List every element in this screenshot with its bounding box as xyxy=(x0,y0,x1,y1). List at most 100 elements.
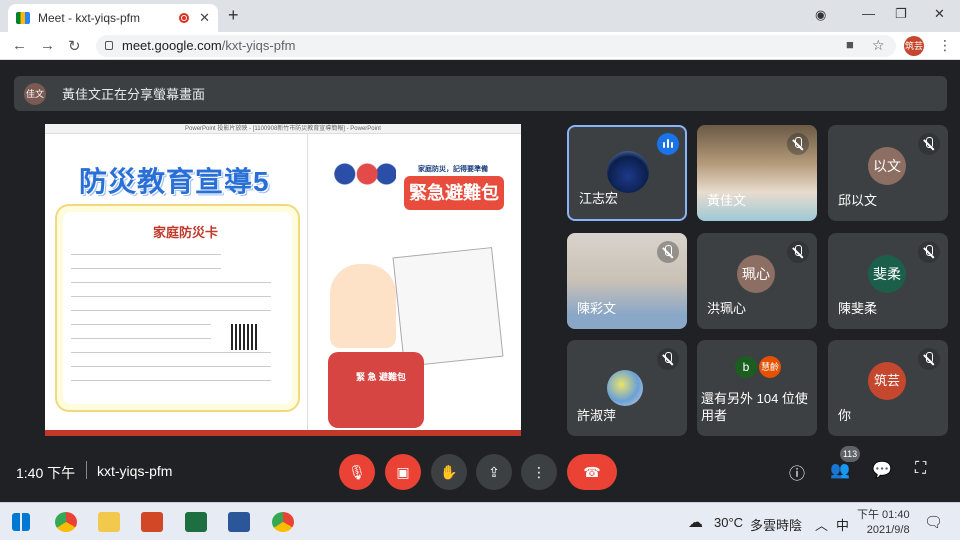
participant-name: 許淑萍 xyxy=(577,408,617,423)
hang-up-icon: ☎ xyxy=(583,464,601,480)
meeting-time: 1:40 下午 xyxy=(16,465,76,481)
weather-text: 多雲時陰 xyxy=(750,518,803,533)
start-icon[interactable] xyxy=(12,513,30,531)
mic-off-icon xyxy=(787,133,809,155)
slide-left-page: 防災教育宣導5 家庭防災卡 xyxy=(45,134,307,430)
self-tile[interactable]: 筑芸 你 xyxy=(828,340,948,436)
tray-chevron-icon[interactable]: ︿ xyxy=(815,515,828,534)
chat-icon[interactable]: 💬 xyxy=(872,460,892,480)
others-tile[interactable]: b 慧齡 還有另外 104 位使用者 xyxy=(697,340,817,436)
participant-tile[interactable]: 江志宏 xyxy=(567,125,687,221)
mic-off-icon xyxy=(787,241,809,263)
profile-avatar[interactable]: 筑芸 xyxy=(904,36,924,56)
meet-favicon-icon xyxy=(16,12,30,24)
girl-illustration xyxy=(330,264,396,348)
meeting-control-bar: 1:40 下午 kxt-yiqs-pfm 🎙 ▣ ✋ ⇪ ⋮ ☎ ⓘ 👥 113… xyxy=(0,444,960,502)
more-vert-icon: ⋮ xyxy=(532,464,546,480)
participant-name: 黃佳文 xyxy=(707,193,747,208)
address-bar-row: ← → ↻ meet.google.com/kxt-yiqs-pfm ■ ☆ ⋮ xyxy=(0,32,960,60)
camera-off-icon: ▣ xyxy=(396,464,410,480)
mic-toggle-button[interactable]: 🎙 xyxy=(339,454,375,490)
checklist-illustration xyxy=(392,247,504,367)
participant-name: 陳斐柔 xyxy=(838,301,878,316)
mic-off-icon xyxy=(657,348,679,370)
camera-toggle-button[interactable]: ▣ xyxy=(385,454,421,490)
card-title: 家庭防災卡 xyxy=(153,225,219,240)
participant-tile[interactable]: 許淑萍 xyxy=(567,340,687,436)
raise-hand-button[interactable]: ✋ xyxy=(431,454,467,490)
ppt-title-bar: PowerPoint 投影片放映 - [1100908新竹市防災教育宣導簡報] … xyxy=(45,124,521,134)
file-explorer-icon[interactable] xyxy=(98,512,120,532)
participant-tile[interactable]: 黃佳文 xyxy=(697,125,817,221)
rescue-people-illustration xyxy=(332,158,396,198)
mic-off-icon xyxy=(918,241,940,263)
url-host: meet.google.com xyxy=(122,38,222,53)
shared-screen[interactable]: PowerPoint 投影片放映 - [1100908新竹市防災教育宣導簡報] … xyxy=(45,124,521,436)
maximize-button[interactable]: ❐ xyxy=(895,6,907,22)
participant-name: 你 xyxy=(838,408,852,423)
participant-tile[interactable]: 斐柔 陳斐柔 xyxy=(828,233,948,329)
chrome-icon[interactable] xyxy=(55,512,77,532)
tab-title: Meet - kxt-yiqs-pfm xyxy=(38,11,141,25)
clock-date: 2021/9/8 xyxy=(866,524,910,536)
participant-name: 洪珮心 xyxy=(707,301,747,316)
temperature: 30°C xyxy=(714,515,744,530)
others-label: 還有另外 104 位使用者 xyxy=(701,391,808,423)
close-window-button[interactable]: ✕ xyxy=(934,6,945,22)
participant-name: 邱以文 xyxy=(838,193,878,208)
participant-tile[interactable]: 以文 邱以文 xyxy=(828,125,948,221)
lock-icon xyxy=(105,41,113,50)
meeting-info-icon[interactable]: ⓘ xyxy=(789,460,805,484)
participant-tile[interactable]: 珮心 洪珮心 xyxy=(697,233,817,329)
presenting-text: 黃佳文正在分享螢幕畫面 xyxy=(62,87,206,102)
kit-subtitle: 家庭防災，記得要準備 xyxy=(418,166,488,173)
ime-indicator[interactable]: 中 xyxy=(836,515,849,534)
word-icon[interactable] xyxy=(228,512,250,532)
bookmark-star-icon[interactable]: ☆ xyxy=(872,37,885,54)
recording-indicator-icon xyxy=(179,13,190,23)
powerpoint-icon[interactable] xyxy=(141,512,163,532)
other-avatar: b xyxy=(735,356,757,378)
reload-icon[interactable]: ↻ xyxy=(68,37,81,55)
url-field[interactable]: meet.google.com/kxt-yiqs-pfm xyxy=(96,35,896,57)
slide-title: 防災教育宣導5 xyxy=(79,166,270,197)
more-options-button[interactable]: ⋮ xyxy=(521,454,557,490)
weather-icon: ☁ xyxy=(688,514,703,531)
back-icon[interactable]: ← xyxy=(12,37,27,54)
family-disaster-card: 家庭防災卡 xyxy=(55,204,300,412)
chrome-profile-icon[interactable] xyxy=(272,512,294,532)
speaking-indicator-icon xyxy=(657,133,679,155)
minimize-button[interactable]: — xyxy=(862,6,875,21)
url-path: /kxt-yiqs-pfm xyxy=(221,38,296,53)
other-avatar: 慧齡 xyxy=(759,356,781,378)
activities-icon[interactable]: ⛶ xyxy=(915,460,926,478)
close-tab-icon[interactable]: ✕ xyxy=(199,10,210,26)
meet-window: Meet - kxt-yiqs-pfm ✕ + ◉ — ❐ ✕ ← → ↻ me… xyxy=(0,0,960,540)
excel-icon[interactable] xyxy=(185,512,207,532)
hand-icon: ✋ xyxy=(440,464,458,480)
windows-taskbar: ☁ 30°C 多雲時陰 ︿ 中 下午 01:40 2021/9/8 🗨 xyxy=(0,502,960,540)
self-avatar: 筑芸 xyxy=(868,362,906,400)
mic-off-icon xyxy=(657,241,679,263)
participant-avatar: 以文 xyxy=(868,147,906,185)
meeting-code: kxt-yiqs-pfm xyxy=(97,463,173,479)
clock-time: 下午 01:40 xyxy=(857,509,910,521)
new-tab-button[interactable]: + xyxy=(228,5,239,26)
camera-permission-icon[interactable]: ■ xyxy=(846,37,854,52)
tab-search-icon[interactable]: ◉ xyxy=(815,7,826,23)
participant-tile[interactable]: 陳彩文 xyxy=(567,233,687,329)
people-icon[interactable]: 👥 xyxy=(830,460,850,480)
participant-avatar xyxy=(607,370,643,406)
participant-avatar xyxy=(607,151,649,193)
notification-icon[interactable]: 🗨 xyxy=(924,513,943,531)
ppt-status-bar xyxy=(45,430,521,436)
forward-icon[interactable]: → xyxy=(40,37,55,54)
present-button[interactable]: ⇪ xyxy=(476,454,512,490)
system-clock[interactable]: 下午 01:40 2021/9/8 xyxy=(857,508,910,538)
kit-title: 緊急避難包 xyxy=(404,176,504,210)
browser-tab[interactable]: Meet - kxt-yiqs-pfm ✕ xyxy=(8,4,218,32)
emergency-bag-illustration: 緊 急 避難包 xyxy=(328,352,424,428)
participant-name: 江志宏 xyxy=(579,191,619,206)
leave-call-button[interactable]: ☎ xyxy=(567,454,617,490)
browser-menu-icon[interactable]: ⋮ xyxy=(938,37,952,54)
